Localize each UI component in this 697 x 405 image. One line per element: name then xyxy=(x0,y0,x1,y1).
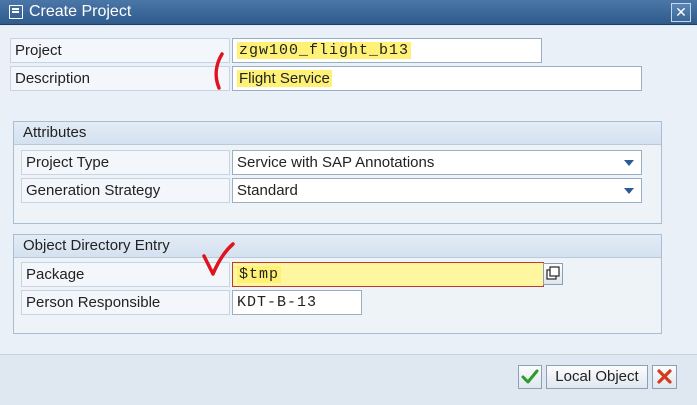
package-input[interactable]: $tmp xyxy=(232,262,544,287)
description-input[interactable]: Flight Service xyxy=(232,66,642,91)
description-label: Description xyxy=(10,66,230,91)
chevron-down-icon[interactable] xyxy=(624,188,634,194)
annotation-stroke-icon xyxy=(214,52,224,90)
create-document-icon xyxy=(9,5,23,19)
project-type-value: Service with SAP Annotations xyxy=(237,154,435,171)
project-label: Project xyxy=(10,38,230,63)
chevron-down-icon[interactable] xyxy=(624,160,634,166)
object-directory-group-title: Object Directory Entry xyxy=(14,235,661,258)
search-help-icon xyxy=(546,266,560,280)
checkmark-icon xyxy=(521,369,539,384)
package-search-button[interactable] xyxy=(543,263,563,285)
project-input[interactable]: zgw100_flight_b13 xyxy=(232,38,542,63)
generation-strategy-label: Generation Strategy xyxy=(21,178,230,203)
cancel-button[interactable] xyxy=(652,365,677,389)
generation-strategy-value: Standard xyxy=(237,182,298,199)
close-button[interactable]: ✕ xyxy=(671,3,691,22)
annotation-checkmark-icon xyxy=(202,242,235,276)
project-type-select[interactable]: Service with SAP Annotations xyxy=(232,150,642,175)
project-type-label: Project Type xyxy=(21,150,230,175)
package-value: $tmp xyxy=(237,266,282,283)
attributes-group-title: Attributes xyxy=(14,122,661,145)
generation-strategy-select[interactable]: Standard xyxy=(232,178,642,203)
confirm-button[interactable] xyxy=(518,365,542,389)
title-bar: Create Project ✕ xyxy=(0,0,697,25)
local-object-button[interactable]: Local Object xyxy=(546,365,648,389)
person-responsible-label: Person Responsible xyxy=(21,290,230,315)
person-responsible-value: KDT-B-13 xyxy=(237,294,318,311)
dialog-body: Project zgw100_flight_b13 Description Fl… xyxy=(0,26,697,405)
person-responsible-input[interactable]: KDT-B-13 xyxy=(232,290,362,315)
cancel-x-icon xyxy=(657,369,672,384)
project-value: zgw100_flight_b13 xyxy=(237,42,412,59)
description-value: Flight Service xyxy=(237,70,332,87)
close-icon: ✕ xyxy=(675,4,687,20)
window-title: Create Project xyxy=(29,3,132,20)
